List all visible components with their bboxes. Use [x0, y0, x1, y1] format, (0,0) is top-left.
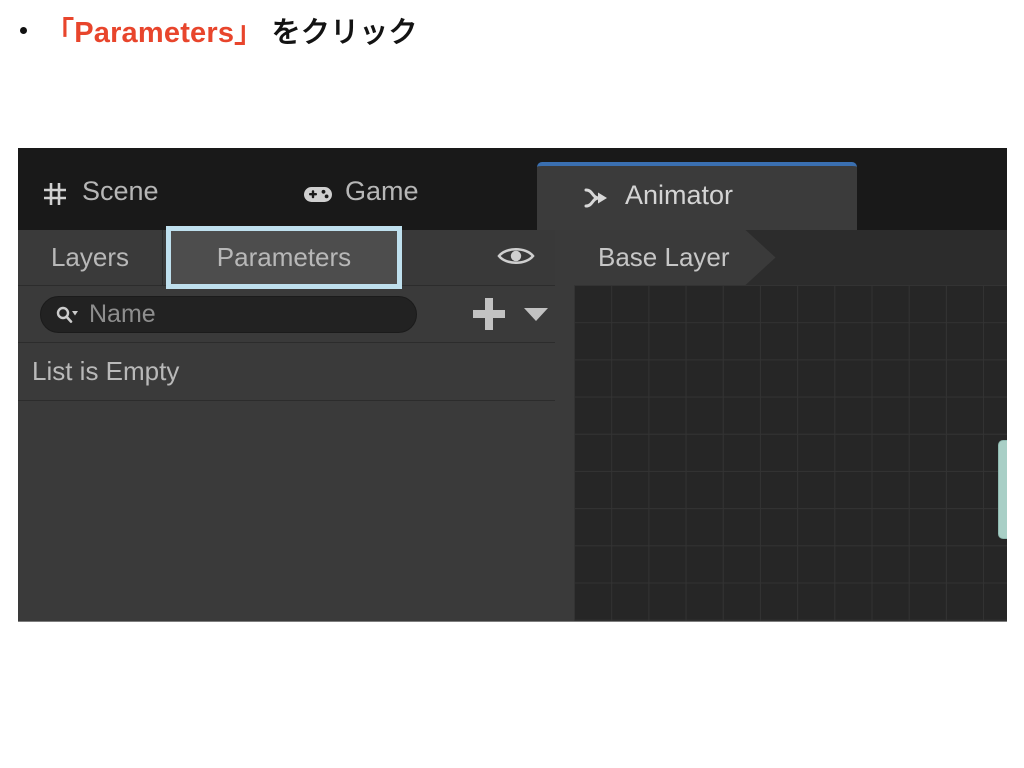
empty-state-label: List is Empty [32, 356, 180, 386]
tab-animator[interactable]: Animator [537, 162, 857, 230]
breadcrumb-label: Base Layer [598, 242, 730, 272]
animator-state-node[interactable] [998, 440, 1007, 539]
parameter-list-body [18, 401, 555, 622]
sub-tab-layers-label: Layers [50, 242, 130, 272]
animator-graph-pane: Base Layer [574, 230, 1007, 622]
layers-parameters-toolbar: Layers Parameters [18, 226, 555, 289]
tab-animator-label: Animator [625, 180, 734, 210]
bullet-dot-icon [20, 26, 27, 34]
gamepad-icon [303, 179, 333, 209]
search-placeholder-text: Name [89, 300, 156, 328]
sub-tab-layers[interactable]: Layers [18, 230, 163, 285]
tab-game-label: Game [345, 176, 419, 206]
eye-icon[interactable] [497, 243, 535, 271]
sub-tab-parameters[interactable]: Parameters [166, 226, 402, 289]
editor-tab-strip: Scene Game Animator [18, 148, 1007, 230]
grid-hash-icon [40, 179, 70, 209]
search-input[interactable]: Name [40, 296, 417, 333]
search-dropdown-icon [55, 304, 81, 326]
pane-splitter[interactable] [555, 230, 575, 622]
heading-plain-text: をクリック [263, 17, 418, 49]
caret-down-icon[interactable] [523, 306, 549, 322]
breadcrumb-bar: Base Layer [574, 230, 1007, 285]
parameter-search-row: Name [18, 286, 555, 343]
tab-game[interactable]: Game [303, 162, 419, 230]
animator-state-grid[interactable] [574, 285, 1007, 622]
transition-arrow-icon [583, 183, 613, 213]
animator-left-pane: Layers Parameters Name List is Empty [18, 226, 555, 622]
tab-scene[interactable]: Scene [40, 162, 159, 230]
breadcrumb-base-layer[interactable]: Base Layer [574, 230, 776, 285]
heading-accent-text: 「Parameters」 [45, 17, 264, 49]
page-title: 「Parameters」 をクリック [45, 9, 418, 51]
sub-tab-parameters-label: Parameters [216, 242, 352, 272]
unity-editor-window: Scene Game Animator Layers Parameters Na… [18, 148, 1007, 622]
tab-scene-label: Scene [82, 176, 159, 206]
parameter-list-empty-row: List is Empty [18, 343, 555, 401]
slide-heading: 「Parameters」 をクリック [0, 0, 1024, 60]
window-bottom-edge [18, 621, 1007, 622]
plus-icon[interactable] [468, 294, 510, 334]
